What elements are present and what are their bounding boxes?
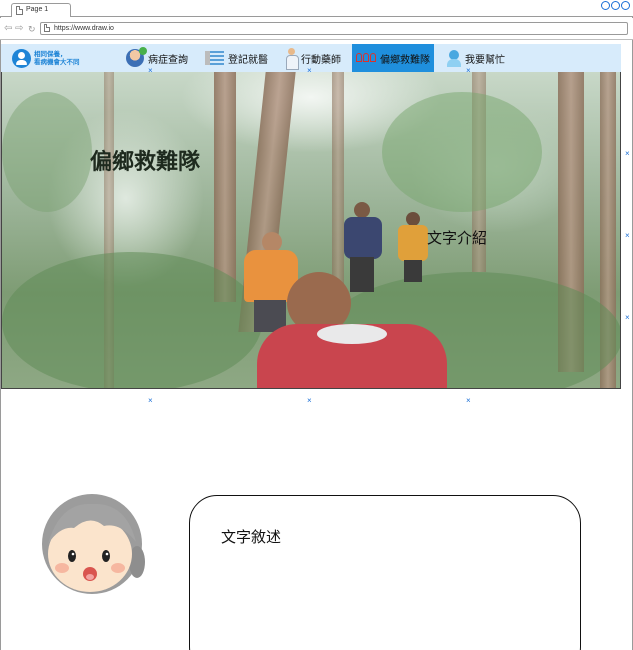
reload-icon[interactable]: ↻ <box>28 23 36 35</box>
nav-item-pharmacist[interactable]: 行動藥師 <box>285 44 341 72</box>
connector-marker: × <box>625 313 630 322</box>
nav-item-label: 行動藥師 <box>301 54 341 66</box>
maximize-button[interactable] <box>611 1 620 10</box>
description-card: 文字敘述 <box>189 495 581 650</box>
list-icon <box>205 51 224 65</box>
nav-item-rescue-team[interactable]: 偏鄉救難隊 <box>352 44 434 72</box>
logo-line-1: 相同保養， <box>34 51 67 58</box>
connector-marker: × <box>307 396 312 405</box>
url-page-icon <box>44 24 50 32</box>
nav-item-label: 病症查詢 <box>148 54 188 66</box>
site-logo[interactable]: 相同保養， 看病機會大不同 <box>12 48 92 70</box>
connector-marker: × <box>625 149 630 158</box>
window-controls <box>601 1 630 10</box>
logo-line-2: 看病機會大不同 <box>34 59 80 66</box>
hero-title: 偏鄉救難隊 <box>90 149 201 174</box>
nav-item-help[interactable]: 我要幫忙 <box>447 44 505 72</box>
grandmother-avatar-icon <box>42 494 145 594</box>
connector-marker: × <box>148 396 153 405</box>
nav-item-register[interactable]: 登記就醫 <box>205 44 268 72</box>
back-arrow-icon[interactable]: ⇦ <box>4 23 12 35</box>
nav-item-label: 登記就醫 <box>228 54 268 66</box>
card-text: 文字敘述 <box>221 529 282 546</box>
tab-page-1[interactable]: Page 1 <box>11 3 71 17</box>
minimize-button[interactable] <box>601 1 610 10</box>
connector-marker: × <box>466 396 471 405</box>
helper-icon <box>447 49 461 67</box>
team-icon <box>356 53 376 63</box>
doctor-icon <box>126 47 147 67</box>
hero-description: 文字介紹 <box>427 230 488 247</box>
close-button[interactable] <box>621 1 630 10</box>
hero-banner: 偏鄉救難隊 文字介紹 <box>1 72 621 389</box>
user-logo-icon <box>12 49 31 68</box>
pharmacist-icon <box>285 48 299 70</box>
page-icon <box>16 6 23 15</box>
url-text: https://www.draw.io <box>54 25 114 32</box>
forward-arrow-icon[interactable]: ⇨ <box>15 23 23 35</box>
nav-item-label: 我要幫忙 <box>465 54 505 66</box>
tab-label: Page 1 <box>26 6 49 13</box>
url-field[interactable]: https://www.draw.io <box>40 22 628 35</box>
nav-item-symptom-search[interactable]: 病症查詢 <box>126 44 188 72</box>
connector-marker: × <box>625 231 630 240</box>
logo-text: 相同保養， 看病機會大不同 <box>34 51 80 67</box>
address-bar: ⇦ ⇨ ↻ https://www.draw.io <box>0 18 633 40</box>
tab-bar: Page 1 <box>0 0 633 17</box>
nav-item-label: 偏鄉救難隊 <box>380 54 430 66</box>
